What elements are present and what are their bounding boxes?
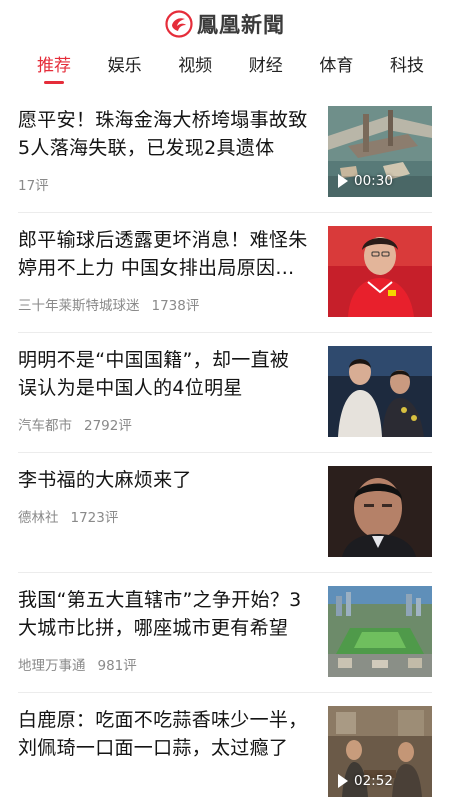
news-meta: 三十年莱斯特城球迷 1738评 xyxy=(18,294,308,314)
tab-recommend[interactable]: 推荐 xyxy=(37,54,71,86)
comment-count: 1738评 xyxy=(151,298,200,314)
app-root: 鳳凰新聞 推荐 娱乐 视频 财经 体育 科技 愿平安！珠海金海大桥垮塌事故致5人… xyxy=(0,0,450,800)
phoenix-logo-icon xyxy=(165,10,193,38)
news-meta: 地理万事通 981评 xyxy=(18,654,308,674)
news-item[interactable]: 愿平安！珠海金海大桥垮塌事故致5人落海失联，已发现2具遗体 17评 00:30 xyxy=(0,92,450,212)
play-icon xyxy=(338,174,348,188)
logo-text: 鳳凰新聞 xyxy=(197,12,285,37)
news-text: 白鹿原：吃面不吃蒜香味少一半，刘佩琦一口面一口蒜，太过瘾了 xyxy=(18,706,308,800)
news-title[interactable]: 愿平安！珠海金海大桥垮塌事故致5人落海失联，已发现2具遗体 xyxy=(18,106,308,162)
news-meta: 17评 xyxy=(18,174,308,194)
news-meta: 德林社 1723评 xyxy=(18,506,308,526)
video-duration: 02:52 xyxy=(354,773,393,789)
news-title[interactable]: 白鹿原：吃面不吃蒜香味少一半，刘佩琦一口面一口蒜，太过瘾了 xyxy=(18,706,308,762)
comment-count: 1723评 xyxy=(70,510,119,526)
news-thumbnail[interactable] xyxy=(328,346,432,437)
news-source: 三十年莱斯特城球迷 xyxy=(18,298,140,314)
comment-count: 2792评 xyxy=(84,418,132,434)
news-thumbnail[interactable]: 02:52 xyxy=(328,706,432,797)
news-thumbnail[interactable] xyxy=(328,226,432,317)
tab-sports[interactable]: 体育 xyxy=(319,54,353,86)
news-text: 愿平安！珠海金海大桥垮塌事故致5人落海失联，已发现2具遗体 17评 xyxy=(18,106,308,212)
news-text: 李书福的大麻烦来了 德林社 1723评 xyxy=(18,466,308,572)
news-item[interactable]: 白鹿原：吃面不吃蒜香味少一半，刘佩琦一口面一口蒜，太过瘾了 02:52 xyxy=(0,692,450,800)
news-title[interactable]: 我国“第五大直辖市”之争开始？3大城市比拼，哪座城市更有希望 xyxy=(18,586,308,642)
coach-red-jersey-thumbnail xyxy=(328,226,432,317)
news-item[interactable]: 郎平输球后透露更坏消息！难怪朱婷用不上力 中国女排出局原因找到 三十年莱斯特城球… xyxy=(0,212,450,332)
news-thumbnail[interactable] xyxy=(328,466,432,557)
news-item[interactable]: 李书福的大麻烦来了 德林社 1723评 xyxy=(0,452,450,572)
news-source: 汽车都市 xyxy=(18,418,72,434)
logo: 鳳凰新聞 xyxy=(165,9,285,39)
news-meta: 汽车都市 2792评 xyxy=(18,414,308,434)
city-aerial-thumbnail xyxy=(328,586,432,677)
tab-tech[interactable]: 科技 xyxy=(390,54,424,86)
news-source: 地理万事通 xyxy=(18,658,86,674)
comment-count: 17评 xyxy=(18,178,49,194)
news-thumbnail[interactable] xyxy=(328,586,432,677)
news-title[interactable]: 郎平输球后透露更坏消息！难怪朱婷用不上力 中国女排出局原因找到 xyxy=(18,226,308,282)
tab-video[interactable]: 视频 xyxy=(178,54,212,86)
header: 鳳凰新聞 xyxy=(0,0,450,48)
news-title[interactable]: 李书福的大麻烦来了 xyxy=(18,466,308,494)
comment-count: 981评 xyxy=(97,658,137,674)
news-feed: 愿平安！珠海金海大桥垮塌事故致5人落海失联，已发现2具遗体 17评 00:30 … xyxy=(0,92,450,800)
tab-entertainment[interactable]: 娱乐 xyxy=(108,54,142,86)
video-badge: 00:30 xyxy=(338,173,393,189)
news-item[interactable]: 明明不是“中国国籍”，却一直被误认为是中国人的4位明星 汽车都市 2792评 xyxy=(0,332,450,452)
play-icon xyxy=(338,774,348,788)
news-text: 明明不是“中国国籍”，却一直被误认为是中国人的4位明星 汽车都市 2792评 xyxy=(18,346,308,452)
news-text: 我国“第五大直辖市”之争开始？3大城市比拼，哪座城市更有希望 地理万事通 981… xyxy=(18,586,308,692)
news-thumbnail[interactable]: 00:30 xyxy=(328,106,432,197)
video-duration: 00:30 xyxy=(354,173,393,189)
businessman-portrait-thumbnail xyxy=(328,466,432,557)
video-badge: 02:52 xyxy=(338,773,393,789)
category-tabs: 推荐 娱乐 视频 财经 体育 科技 xyxy=(0,48,450,92)
news-item[interactable]: 我国“第五大直辖市”之争开始？3大城市比拼，哪座城市更有希望 地理万事通 981… xyxy=(0,572,450,692)
celebrities-stage-thumbnail xyxy=(328,346,432,437)
news-source: 德林社 xyxy=(18,510,59,526)
tab-finance[interactable]: 财经 xyxy=(249,54,283,86)
news-title[interactable]: 明明不是“中国国籍”，却一直被误认为是中国人的4位明星 xyxy=(18,346,308,402)
news-text: 郎平输球后透露更坏消息！难怪朱婷用不上力 中国女排出局原因找到 三十年莱斯特城球… xyxy=(18,226,308,332)
